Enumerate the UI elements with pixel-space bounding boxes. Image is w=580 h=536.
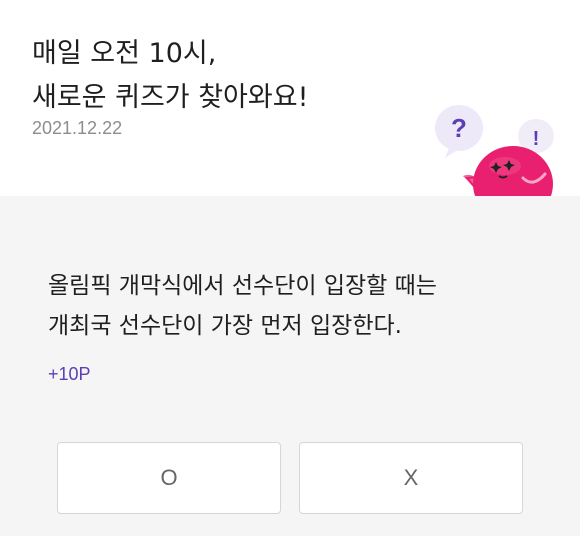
headline-line-1: 매일 오전 10시, [32,38,217,69]
question-mark-text: ? [451,113,467,143]
answer-o-button[interactable]: O [57,442,281,514]
quiz-question: 올림픽 개막식에서 선수단이 입장할 때는 개최국 선수단이 가장 먼저 입장한… [48,266,437,346]
quiz-panel: 올림픽 개막식에서 선수단이 입장할 때는 개최국 선수단이 가장 먼저 입장한… [0,196,580,536]
question-bubble-icon: ? [435,105,483,158]
quiz-mascot-icon: ? ! [435,105,554,196]
exclamation-mark-text: ! [533,128,540,150]
reward-points: +10P [48,364,91,384]
header: 매일 오전 10시, 새로운 퀴즈가 찾아와요! 2021.12.22 ? ! [0,0,580,196]
quiz-date: 2021.12.22 [32,118,123,138]
headline-line-2: 새로운 퀴즈가 찾아와요! [32,82,309,113]
question-line-2: 개최국 선수단이 가장 먼저 입장한다. [48,313,402,339]
pink-character-icon [463,146,553,196]
headline: 매일 오전 10시, 새로운 퀴즈가 찾아와요! [32,32,308,120]
question-line-1: 올림픽 개막식에서 선수단이 입장할 때는 [48,273,437,299]
answer-x-button[interactable]: X [299,442,523,514]
